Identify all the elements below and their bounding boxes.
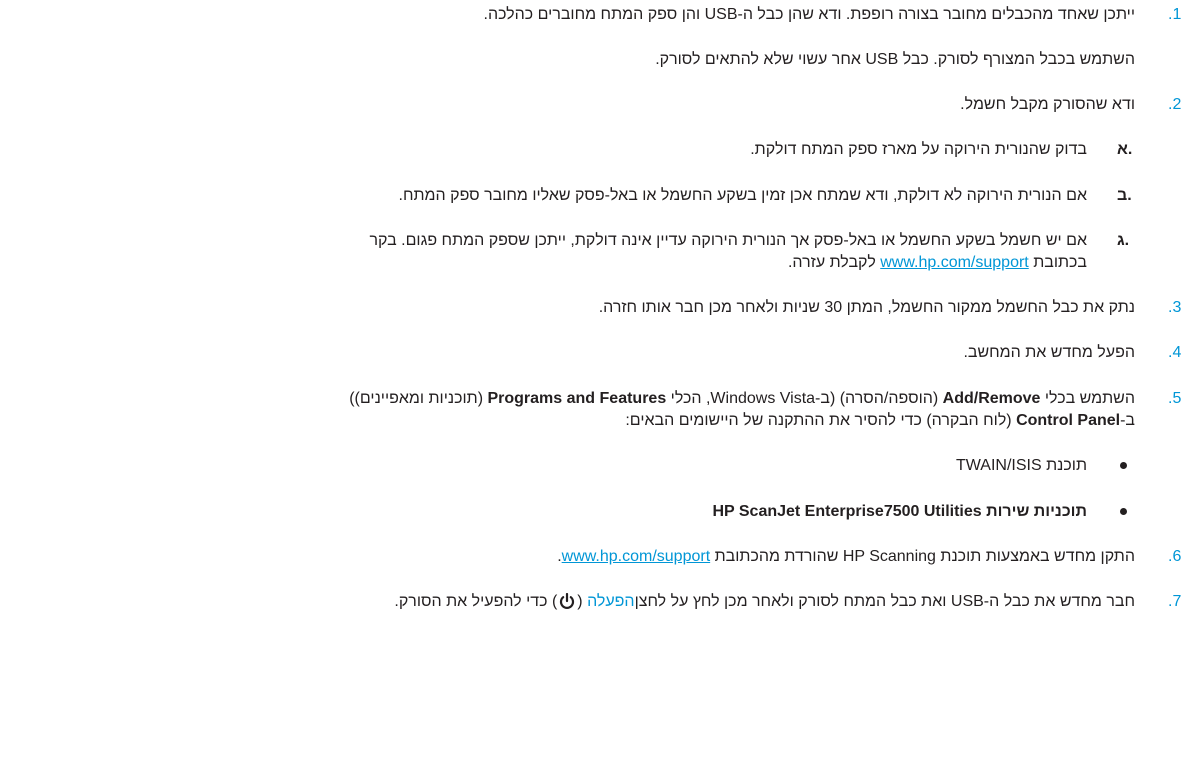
control-panel-term: Control Panel [1016,412,1121,429]
step-5-part2: (הוספה/הסרה) (ב-Windows Vista, הכלי [666,390,943,407]
bullet-icon [1120,462,1127,469]
sub-letter-a: א. [1117,141,1133,158]
step-5-part1: השתמש בכלי [1040,390,1135,407]
step-2-text: ודא שהסורק מקבל חשמל. [960,96,1135,113]
step-1-note: השתמש בכבל המצורף לסורק. כבל USB אחר עשו… [655,51,1135,68]
sub-letter-c: ג. [1117,232,1130,249]
step-2b-text: אם הנורית הירוקה לא דולקת, ודא שמתח אכן … [398,187,1087,204]
power-icon: () [551,593,583,610]
step-3-text: נתק את כבל החשמל ממקור החשמל, המתן 30 שנ… [598,299,1135,316]
step-6-prefix: התקן מחדש באמצעות תוכנת HP Scanning שהור… [710,548,1135,565]
add-remove-term: Add/Remove [942,390,1041,407]
step-number-1: .1 [1168,6,1182,23]
step-6-text: התקן מחדש באמצעות תוכנת HP Scanning שהור… [557,546,1135,568]
hp-support-link-2[interactable]: www.hp.com/support [562,548,711,565]
step-4-text: הפעל מחדש את המחשב. [963,344,1135,361]
bullet-item-2: תוכניות שירות HP ScanJet Enterprise7500 … [712,503,1087,520]
sub-letter-b: ב. [1117,187,1132,204]
step-5-prefix: ב- [1120,412,1135,429]
step-1-text: ייתכן שאחד מהכבלים מחובר בצורה רופפת. וד… [483,6,1136,23]
step-7-prefix: חבר מחדש את כבל ה-USB ואת כבל המתח לסורק… [634,593,1135,610]
step-2c-line2: בכתובת www.hp.com/support לקבלת עזרה. [788,252,1087,274]
document-page: .1 ייתכן שאחד מהכבלים מחובר בצורה רופפת.… [0,0,1191,773]
power-button-label: הפעלה [587,593,635,610]
step-5-line1: השתמש בכלי Add/Remove (הוספה/הסרה) (ב-Wi… [349,388,1135,410]
step-7-text: חבר מחדש את כבל ה-USB ואת כבל המתח לסורק… [394,591,1135,613]
step-5-line2: ב-Control Panel (לוח הבקרה) כדי להסיר את… [625,410,1135,432]
hp-support-link[interactable]: www.hp.com/support [880,254,1029,271]
step-number-6: .6 [1168,548,1182,565]
step-number-2: .2 [1168,96,1182,113]
step-7-suffix: כדי להפעיל את הסורק. [394,593,552,610]
bullet-item-1: תוכנת TWAIN/ISIS [956,457,1087,474]
step-2a-text: בדוק שהנורית הירוקה על מארז ספק המתח דול… [750,141,1087,158]
step-number-5: .5 [1168,390,1182,407]
bullet-icon [1120,508,1127,515]
step-5-part3: (תוכניות ומאפיינים)) [349,390,488,407]
programs-features-term: Programs and Features [487,390,667,407]
step-number-4: .4 [1168,344,1182,361]
step-2c-suffix: לקבלת עזרה. [787,254,881,271]
step-number-3: .3 [1168,299,1182,316]
step-2c-prefix: בכתובת [1028,254,1087,271]
step-2c-line1: אם יש חשמל בשקע החשמל או באל-פסק אך הנור… [369,232,1087,249]
step-number-7: .7 [1168,593,1182,610]
step-5-suffix: (לוח הבקרה) כדי להסיר את ההתקנה של היישו… [625,412,1017,429]
